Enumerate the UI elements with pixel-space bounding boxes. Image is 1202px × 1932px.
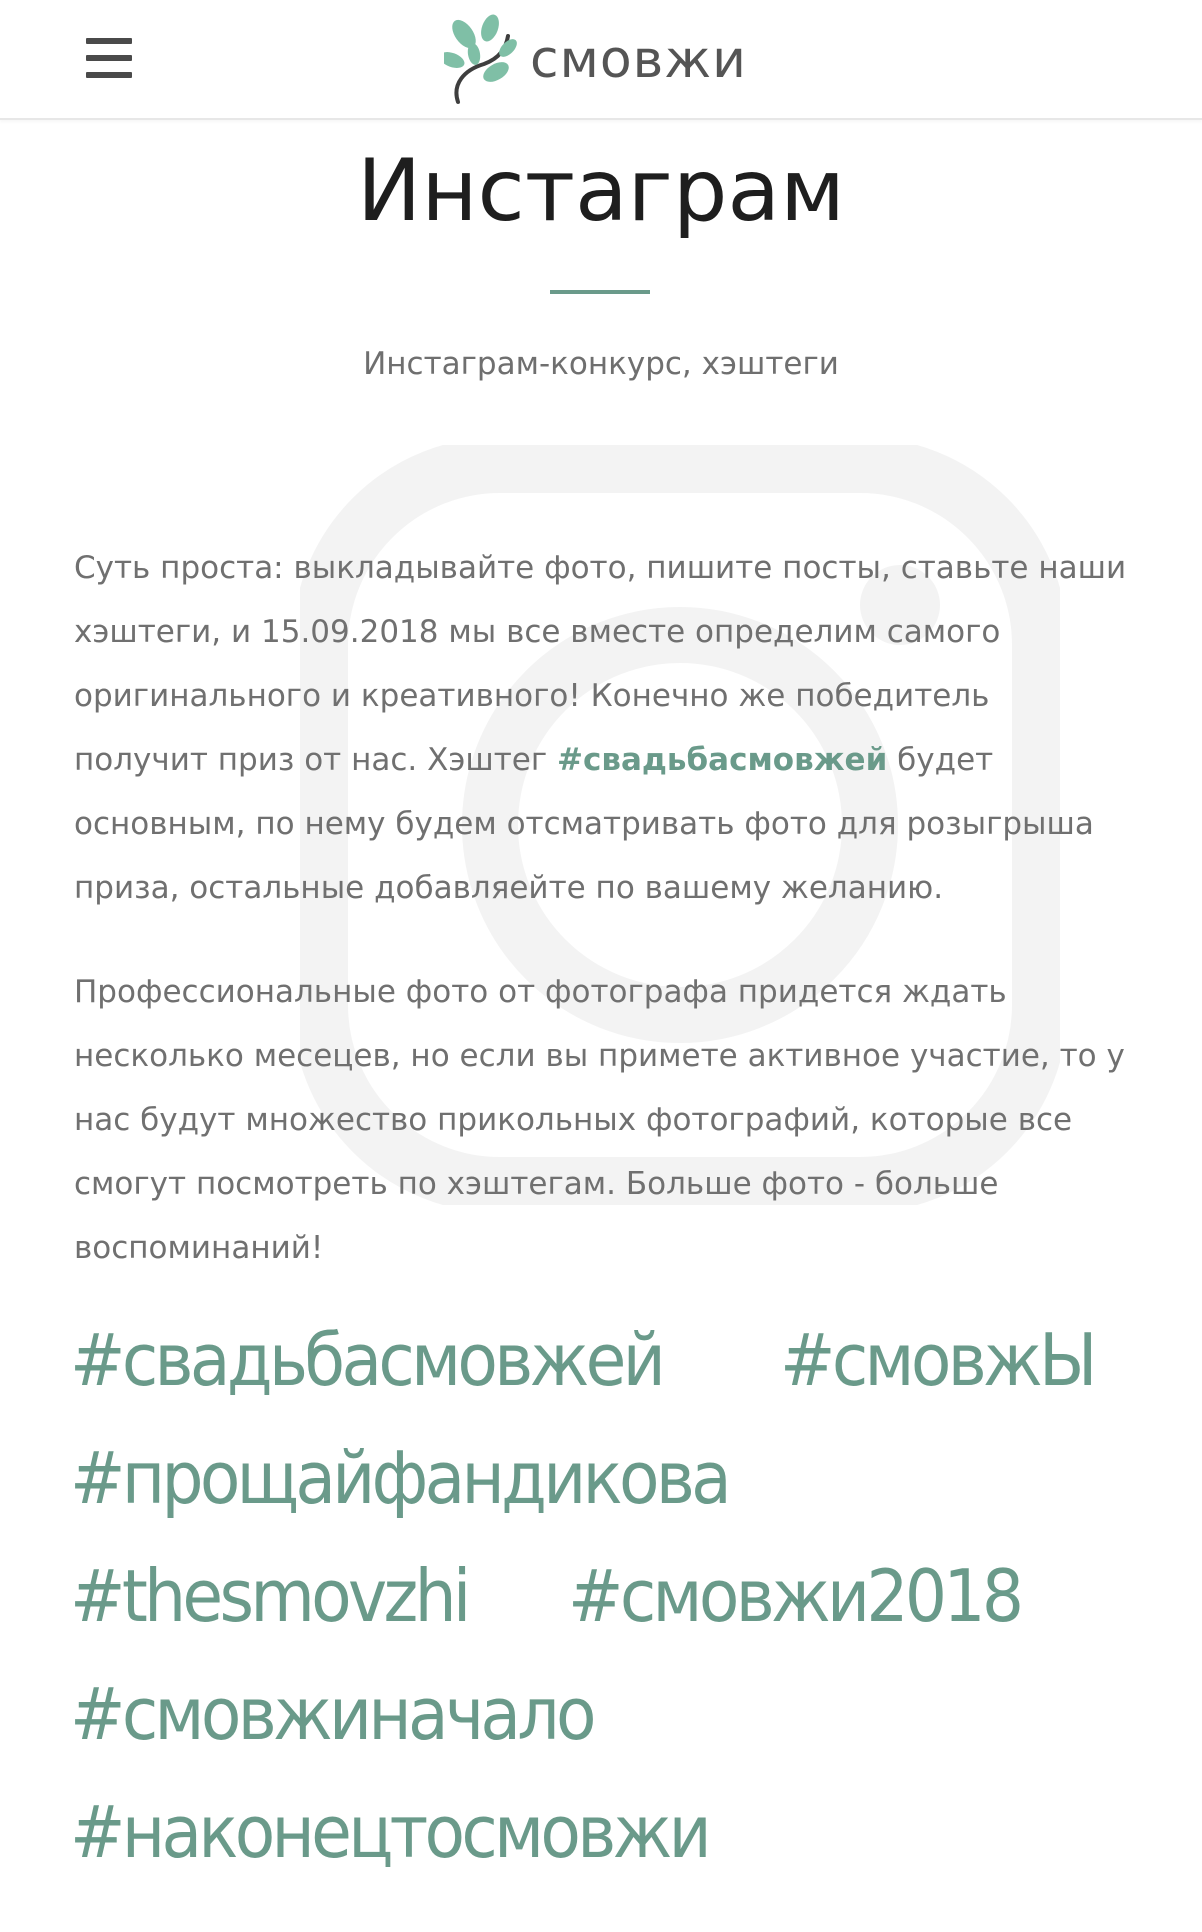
hashtag-link[interactable]: #thesmovzhi — [70, 1548, 471, 1644]
hashtag-link[interactable]: #наконецтосмовжи — [70, 1784, 712, 1880]
menu-bar-line — [86, 55, 132, 61]
hamburger-menu-icon[interactable] — [86, 38, 132, 78]
hashtag-link[interactable]: #прощайфандикова — [70, 1430, 732, 1526]
brand-home-link[interactable]: смовжи — [444, 12, 747, 108]
hashtag-list: #свадьбасмовжей #смовжЫ #прощайфандикова… — [70, 1312, 1130, 1880]
menu-bar-line — [86, 72, 132, 78]
hashtag-link[interactable]: #смовжи2018 — [568, 1548, 1024, 1644]
title-divider — [550, 290, 650, 294]
main-content: Инстаграм Инстаграм-конкурс, хэштеги Сут… — [0, 0, 1202, 1932]
main-hashtag-highlight: #свадьбасмовжей — [556, 742, 888, 778]
top-navigation-bar: смовжи — [0, 0, 1202, 120]
hashtag-link[interactable]: #свадьбасмовжей — [70, 1312, 666, 1408]
hashtag-link[interactable]: #смовжиначало — [70, 1666, 597, 1762]
page-title: Инстаграм — [357, 141, 845, 241]
intro-paragraph: Суть проста: выкладывайте фото, пишите п… — [74, 536, 1130, 920]
hashtag-link[interactable]: #смовжЫ — [780, 1312, 1098, 1408]
brand-name: смовжи — [530, 30, 747, 90]
menu-bar-line — [86, 38, 132, 44]
second-paragraph: Профессиональные фото от фотографа приде… — [74, 974, 1125, 1266]
page-subtitle: Инстаграм-конкурс, хэштеги — [363, 346, 839, 382]
leaf-branch-icon — [444, 14, 517, 104]
